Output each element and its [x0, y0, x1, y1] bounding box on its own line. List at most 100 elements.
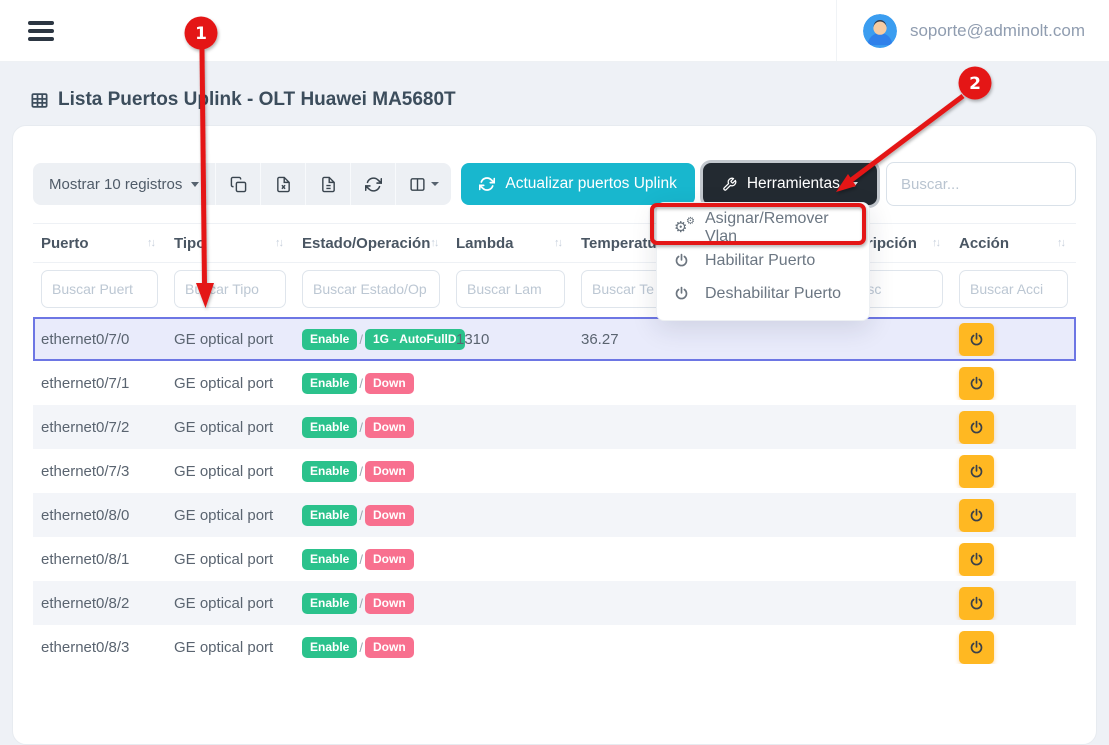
cell-accion: [951, 587, 1076, 620]
column-header-4[interactable]: Lambda↑↓: [448, 224, 573, 262]
badge-separator: /: [359, 332, 363, 347]
operacion-badge: Down: [365, 417, 414, 438]
wrench-icon: [722, 177, 737, 192]
topbar: soporte@adminolt.com: [0, 0, 1109, 62]
export-button-group: Mostrar 10 registros: [33, 163, 451, 205]
power-icon: [969, 640, 984, 655]
power-toggle-button[interactable]: [959, 455, 994, 488]
column-label: Tipo: [174, 235, 205, 252]
cell-accion: [951, 499, 1076, 532]
search-input[interactable]: [886, 162, 1076, 206]
avatar: [863, 14, 897, 48]
column-header-3[interactable]: Estado/Operación↑↓: [294, 224, 448, 262]
table-row[interactable]: ethernet0/8/3GE optical portEnable/Down: [33, 625, 1076, 669]
operacion-badge: Down: [365, 549, 414, 570]
power-icon: [969, 508, 984, 523]
badge-separator: /: [359, 376, 363, 391]
cell-tipo: GE optical port: [166, 375, 294, 392]
chevron-down-icon: [431, 182, 439, 186]
annotation-circle-2: [959, 67, 992, 100]
sort-icon[interactable]: ↑↓: [430, 237, 437, 249]
operacion-badge: Down: [365, 637, 414, 658]
sort-icon[interactable]: ↑↓: [1057, 237, 1064, 249]
columns-icon[interactable]: [395, 163, 451, 205]
column-header-2[interactable]: Tipo ↑↓: [166, 224, 294, 262]
refresh-icon: [479, 176, 495, 192]
badge-separator: /: [359, 464, 363, 479]
menu-item-habilitar-puerto[interactable]: Habilitar Puerto: [657, 244, 869, 277]
annotation-number-2: 2: [969, 74, 981, 94]
sort-icon[interactable]: ↑↓: [554, 237, 561, 249]
estado-badge: Enable: [302, 461, 357, 482]
length-menu-label: Mostrar 10 registros: [49, 176, 182, 193]
filter-input-1[interactable]: [41, 270, 158, 308]
power-toggle-button[interactable]: [959, 543, 994, 576]
sort-icon[interactable]: ↑↓: [932, 237, 939, 249]
page-title-text: Lista Puertos Uplink - OLT Huawei MA5680…: [58, 89, 456, 111]
cell-estado-operacion: Enable/1G - AutoFullD: [294, 329, 448, 350]
chevron-down-icon: [191, 182, 199, 187]
power-toggle-button[interactable]: [959, 587, 994, 620]
table-row[interactable]: ethernet0/8/0GE optical portEnable/Down: [33, 493, 1076, 537]
badge-separator: /: [359, 596, 363, 611]
table-row[interactable]: ethernet0/7/1GE optical portEnable/Down: [33, 361, 1076, 405]
herramientas-button[interactable]: Herramientas: [703, 163, 877, 205]
excel-icon[interactable]: [260, 163, 305, 205]
power-toggle-button[interactable]: [959, 411, 994, 444]
table-row[interactable]: ethernet0/8/2GE optical portEnable/Down: [33, 581, 1076, 625]
cell-tipo: GE optical port: [166, 419, 294, 436]
table-row[interactable]: ethernet0/7/2GE optical portEnable/Down: [33, 405, 1076, 449]
power-icon: [969, 332, 984, 347]
cell-accion: [951, 543, 1076, 576]
column-header-1[interactable]: Puerto↑↓: [33, 224, 166, 262]
table-row[interactable]: ethernet0/7/0GE optical portEnable/1G - …: [33, 317, 1076, 361]
hamburger-menu-icon[interactable]: [28, 21, 54, 41]
badge-separator: /: [359, 552, 363, 567]
badge-separator: /: [359, 640, 363, 655]
filter-input-2[interactable]: [174, 270, 286, 308]
badge-separator: /: [359, 508, 363, 523]
length-menu-button[interactable]: Mostrar 10 registros: [33, 163, 215, 205]
power-toggle-button[interactable]: [959, 631, 994, 664]
sort-icon[interactable]: ↑↓: [275, 237, 282, 249]
filter-input-7[interactable]: [959, 270, 1068, 308]
copy-icon[interactable]: [215, 163, 260, 205]
filter-input-3[interactable]: [302, 270, 440, 308]
cell-estado-operacion: Enable/Down: [294, 373, 448, 394]
column-header-7[interactable]: Acción↑↓: [951, 224, 1076, 262]
table-row[interactable]: ethernet0/7/3GE optical portEnable/Down: [33, 449, 1076, 493]
chevron-down-icon: [850, 182, 858, 187]
sort-icon[interactable]: ↑↓: [147, 237, 154, 249]
cell-puerto: ethernet0/8/1: [33, 551, 166, 568]
filter-input-4[interactable]: [456, 270, 565, 308]
power-icon: [969, 420, 984, 435]
power-toggle-button[interactable]: [959, 499, 994, 532]
menu-item-deshabilitar-puerto[interactable]: Deshabilitar Puerto: [657, 277, 869, 310]
cell-estado-operacion: Enable/Down: [294, 593, 448, 614]
cell-estado-operacion: Enable/Down: [294, 417, 448, 438]
power-icon: [969, 596, 984, 611]
cell-lambda: 1310: [448, 331, 573, 348]
table-row[interactable]: ethernet0/8/1GE optical portEnable/Down: [33, 537, 1076, 581]
cell-puerto: ethernet0/8/3: [33, 639, 166, 656]
cell-accion: [951, 631, 1076, 664]
power-toggle-button[interactable]: [959, 323, 994, 356]
file-text-icon[interactable]: [305, 163, 350, 205]
estado-badge: Enable: [302, 593, 357, 614]
estado-badge: Enable: [302, 329, 357, 350]
power-icon: [969, 552, 984, 567]
cell-accion: [951, 323, 1076, 356]
table-toolbar: Mostrar 10 registros: [33, 162, 1076, 206]
actualizar-label: Actualizar puertos Uplink: [505, 175, 676, 193]
actualizar-puertos-button[interactable]: Actualizar puertos Uplink: [461, 163, 694, 205]
uplink-ports-card: Mostrar 10 registros: [12, 125, 1097, 745]
table-filter-row: [33, 263, 1076, 317]
power-toggle-button[interactable]: [959, 367, 994, 400]
badge-separator: /: [359, 420, 363, 435]
cell-tipo: GE optical port: [166, 507, 294, 524]
estado-badge: Enable: [302, 637, 357, 658]
refresh-icon[interactable]: [350, 163, 395, 205]
user-menu[interactable]: soporte@adminolt.com: [836, 0, 1091, 61]
power-icon: [969, 464, 984, 479]
menu-item-asignar-remover-vlan[interactable]: ⚙⚙ Asignar/Remover Vlan: [657, 211, 869, 244]
